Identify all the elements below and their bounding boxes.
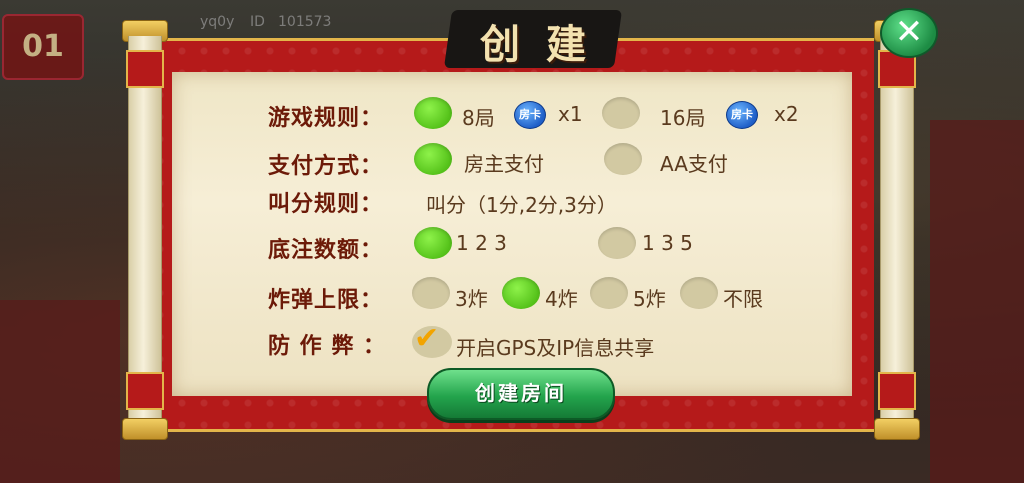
scoring-label: 叫分规则： (268, 192, 384, 217)
bomb-unlimited-label: 不限 (723, 287, 763, 311)
bomb-limit-label: 炸弹上限： (268, 288, 384, 313)
scoring-value: 叫分（1分,2分,3分） (426, 193, 617, 217)
close-x-icon: ✕ (894, 12, 924, 52)
owner-pay-label: 房主支付 (464, 152, 544, 176)
bomb-4-label: 4炸 (545, 287, 578, 311)
room-card-icon: 房卡 (514, 101, 546, 129)
rounds-16-cost: x2 (774, 102, 799, 126)
scroll-roller-left (122, 20, 168, 440)
bomb-5-label: 5炸 (633, 287, 666, 311)
dialog-title: 创建 (480, 21, 612, 68)
rounds-8-cost: x1 (558, 102, 583, 126)
rounds-16-radio[interactable] (602, 97, 640, 129)
bomb-5-radio[interactable] (590, 277, 628, 309)
game-logo: 01 (2, 14, 84, 80)
bomb-4-radio[interactable] (502, 277, 540, 309)
bomb-3-label: 3炸 (455, 287, 488, 311)
owner-pay-radio[interactable] (414, 143, 452, 175)
create-room-button[interactable]: 创建房间 (427, 368, 615, 420)
bet-123-label: 1 2 3 (456, 231, 507, 255)
bet-135-label: 1 3 5 (642, 231, 693, 255)
bomb-unlimited-radio[interactable] (680, 277, 718, 309)
rounds-8-label: 8局 (462, 106, 495, 130)
game-rules-label: 游戏规则： (268, 106, 384, 131)
bet-123-radio[interactable] (414, 227, 452, 259)
anti-cheat-label: 防 作 弊 ： (268, 334, 386, 359)
rounds-16-label: 16局 (660, 106, 706, 130)
player-name: yq0y (200, 14, 235, 30)
player-id-value: 101573 (278, 14, 332, 30)
bet-135-radio[interactable] (598, 227, 636, 259)
rounds-8-radio[interactable] (414, 97, 452, 129)
aa-pay-radio[interactable] (604, 143, 642, 175)
base-bet-label: 底注数额： (268, 238, 384, 263)
bomb-3-radio[interactable] (412, 277, 450, 309)
payment-label: 支付方式： (268, 154, 384, 179)
gps-label: 开启GPS及IP信息共享 (456, 336, 655, 360)
player-id-label: ID (250, 14, 265, 30)
background-railing (0, 300, 120, 483)
scroll-roller-right (874, 20, 920, 440)
checkmark-icon: ✔ (414, 321, 440, 356)
close-button[interactable]: ✕ (880, 8, 938, 58)
room-card-icon: 房卡 (726, 101, 758, 129)
background-building (930, 120, 1024, 483)
aa-pay-label: AA支付 (660, 152, 728, 176)
